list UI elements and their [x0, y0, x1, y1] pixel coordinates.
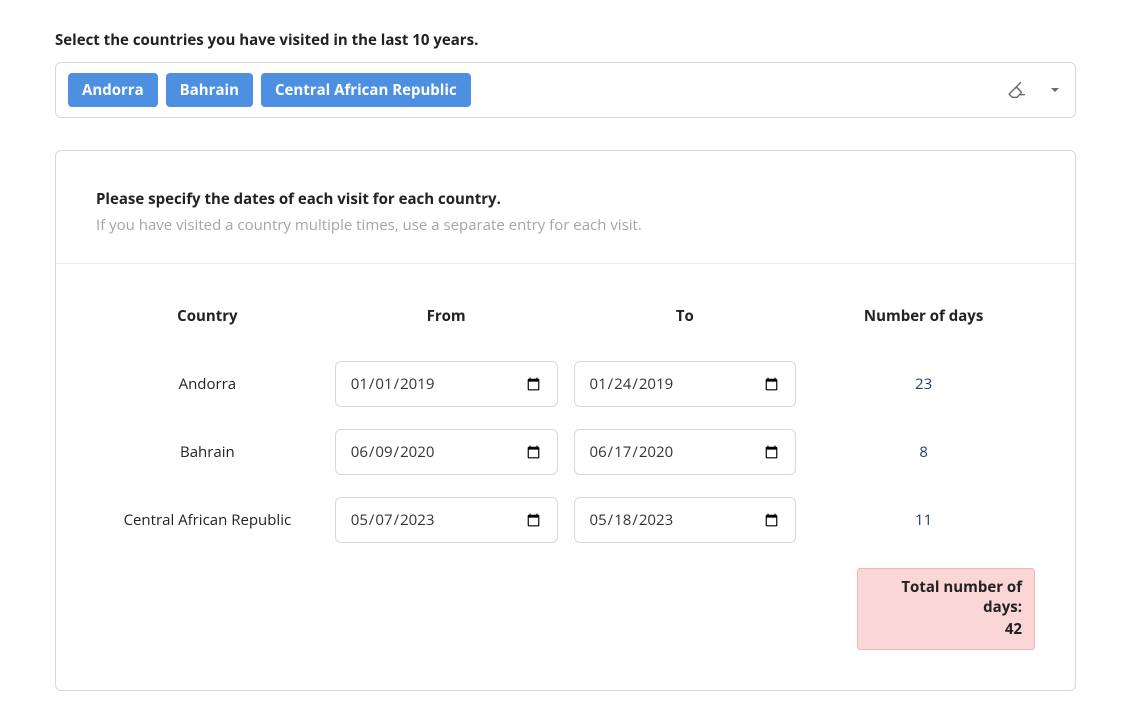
chevron-down-icon — [1049, 84, 1061, 96]
table-row: Bahrain 8 — [96, 422, 1035, 482]
cell-country: Andorra — [96, 374, 319, 394]
cell-from — [335, 361, 558, 407]
total-days-label: Total number of days: — [870, 577, 1022, 617]
card-header: Please specify the dates of each visit f… — [56, 151, 1075, 264]
col-header-country: Country — [96, 306, 319, 326]
question-prompt: Select the countries you have visited in… — [55, 30, 1076, 50]
from-date-input[interactable] — [335, 429, 558, 475]
to-date-input[interactable] — [574, 497, 797, 543]
clear-selection-button[interactable] — [1003, 77, 1029, 103]
cell-to — [574, 497, 797, 543]
card-title: Please specify the dates of each visit f… — [96, 189, 1035, 209]
cell-to — [574, 429, 797, 475]
col-header-from: From — [335, 306, 558, 326]
cell-days: 8 — [812, 442, 1035, 462]
table-row: Central African Republic 11 — [96, 490, 1035, 550]
table-header-row: Country From To Number of days — [96, 286, 1035, 346]
selected-chips-container: Andorra Bahrain Central African Republic — [68, 73, 471, 107]
country-chip[interactable]: Bahrain — [166, 73, 253, 107]
cell-days: 11 — [812, 510, 1035, 530]
total-days-value: 42 — [870, 619, 1022, 639]
cell-days: 23 — [812, 374, 1035, 394]
cell-from — [335, 497, 558, 543]
dropdown-toggle-button[interactable] — [1047, 82, 1063, 98]
from-date-input[interactable] — [335, 497, 558, 543]
multiselect-controls — [1003, 77, 1063, 103]
card-subtitle: If you have visited a country multiple t… — [96, 215, 1035, 235]
country-chip[interactable]: Central African Republic — [261, 73, 471, 107]
to-date-input[interactable] — [574, 429, 797, 475]
total-days-box: Total number of days: 42 — [857, 568, 1035, 650]
to-date-input[interactable] — [574, 361, 797, 407]
visits-table: Country From To Number of days Andorra 2… — [56, 264, 1075, 650]
eraser-icon — [1005, 79, 1027, 101]
cell-from — [335, 429, 558, 475]
col-header-to: To — [574, 306, 797, 326]
table-row: Andorra 23 — [96, 354, 1035, 414]
col-header-days: Number of days — [812, 306, 1035, 326]
cell-to — [574, 361, 797, 407]
country-chip[interactable]: Andorra — [68, 73, 158, 107]
from-date-input[interactable] — [335, 361, 558, 407]
country-multiselect[interactable]: Andorra Bahrain Central African Republic — [55, 62, 1076, 118]
cell-country: Central African Republic — [96, 510, 319, 530]
visits-card: Please specify the dates of each visit f… — [55, 150, 1076, 691]
cell-country: Bahrain — [96, 442, 319, 462]
